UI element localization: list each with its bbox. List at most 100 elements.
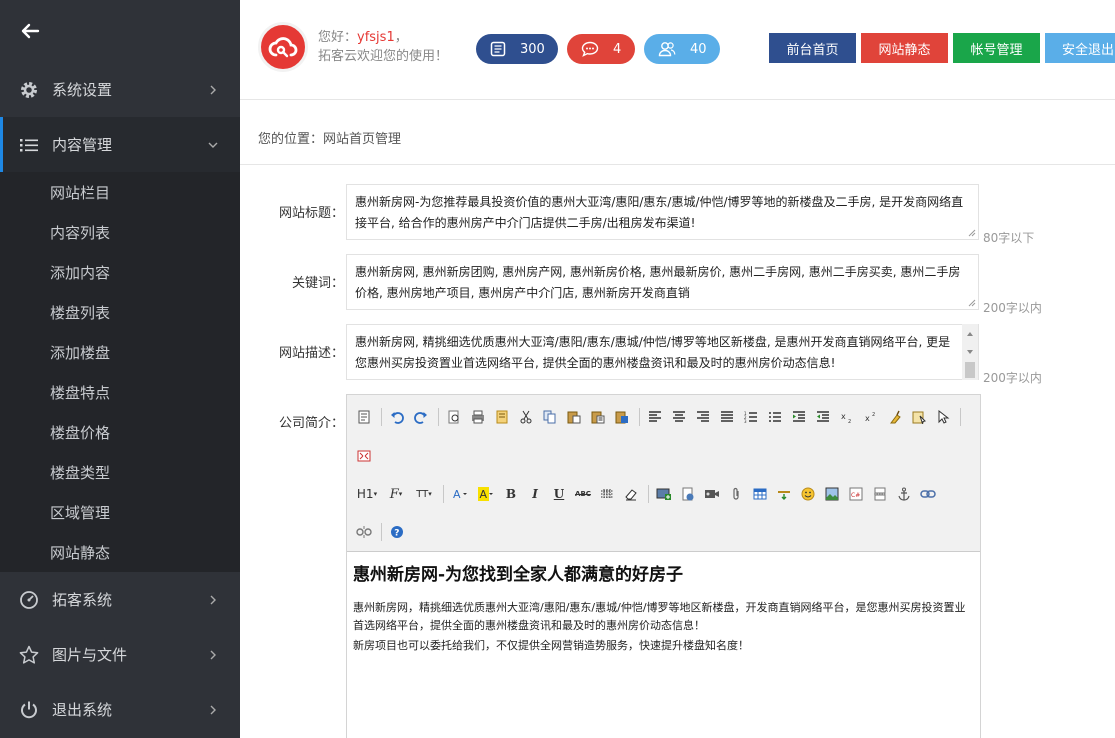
account-management-button[interactable]: 帐号管理	[953, 33, 1040, 63]
background-color-icon[interactable]: A	[474, 483, 498, 505]
scroll-arrows-icon	[965, 332, 975, 378]
underline-label: U	[553, 487, 565, 501]
chevron-right-icon	[210, 705, 216, 714]
ordered-list-icon[interactable]: 123	[740, 406, 762, 428]
print-icon[interactable]	[467, 406, 489, 428]
username[interactable]: yfsjs1	[357, 30, 395, 45]
chevron-right-icon	[210, 650, 216, 659]
safe-logout-button[interactable]: 安全退出	[1045, 33, 1115, 63]
keywords-label: 关键词：	[291, 276, 344, 291]
underline-icon[interactable]: U	[548, 483, 570, 505]
align-right-icon[interactable]	[692, 406, 714, 428]
insert-image-icon[interactable]	[653, 483, 675, 505]
breadcrumb: 您的位置：网站首页管理	[258, 132, 402, 147]
table-grid-icon[interactable]	[596, 483, 618, 505]
stat-value: 4	[613, 41, 622, 57]
select-all-icon[interactable]	[908, 406, 930, 428]
submenu-item[interactable]: 网站栏目	[0, 172, 240, 212]
eraser-icon[interactable]	[620, 483, 642, 505]
stat-messages[interactable]: 4	[567, 34, 635, 64]
strikethrough-icon[interactable]: ABC	[572, 483, 594, 505]
submenu-item[interactable]: 楼盘特点	[0, 372, 240, 412]
cut-icon[interactable]	[515, 406, 537, 428]
code-icon[interactable]: C#	[845, 483, 867, 505]
attachment-icon[interactable]	[725, 483, 747, 505]
sidebar-item-label: 退出系统	[52, 701, 113, 719]
fullscreen-icon[interactable]	[353, 445, 375, 467]
site-description-hint: 200字以内	[983, 371, 1042, 385]
clear-format-icon[interactable]	[884, 406, 906, 428]
submenu-item[interactable]: 区域管理	[0, 492, 240, 532]
submenu-item[interactable]: 楼盘列表	[0, 292, 240, 332]
content-paragraph: 惠州新房网，精挑细选优质惠州大亚湾/惠阳/惠东/惠城/仲恺/博罗等地区新楼盘，开…	[353, 601, 966, 632]
strikethrough-label: ABC	[575, 490, 591, 498]
help-icon[interactable]: ?	[386, 521, 408, 543]
arrow-left-icon	[21, 23, 40, 39]
source-icon[interactable]	[353, 406, 375, 428]
link-icon[interactable]	[917, 483, 939, 505]
top-header: 您好：yfsjs1， 拓客云欢迎您的使用！ 300 4 40 前台首页 网站静态…	[240, 0, 1115, 100]
font-family-dropdown[interactable]: F ▾	[383, 483, 409, 505]
paste-icon[interactable]	[563, 406, 585, 428]
template-icon[interactable]	[491, 406, 513, 428]
submenu-item[interactable]: 网站静态	[0, 532, 240, 572]
editor-content-area[interactable]: 惠州新房网-为您找到全家人都满意的好房子 惠州新房网，精挑细选优质惠州大亚湾/惠…	[347, 552, 980, 738]
site-static-button[interactable]: 网站静态	[861, 33, 948, 63]
anchor-icon[interactable]	[893, 483, 915, 505]
resize-grip-icon[interactable]	[968, 299, 976, 307]
keywords-field[interactable]: 惠州新房网, 惠州新房团购, 惠州房产网, 惠州新房价格, 惠州最新房价, 惠州…	[346, 254, 979, 310]
paste-word-icon[interactable]	[611, 406, 633, 428]
site-title-field[interactable]: 惠州新房网-为您推荐最具投资价值的惠州大亚湾/惠阳/惠东/惠城/仲恺/博罗等地的…	[346, 184, 979, 240]
preview-icon[interactable]	[443, 406, 465, 428]
stat-documents[interactable]: 300	[476, 34, 558, 64]
sidebar-item-content-management[interactable]: 内容管理	[0, 117, 240, 172]
font-color-icon[interactable]: A	[448, 483, 472, 505]
copy-icon[interactable]	[539, 406, 561, 428]
horizontal-rule-icon[interactable]	[773, 483, 795, 505]
submenu-item[interactable]: 楼盘价格	[0, 412, 240, 452]
redo-icon[interactable]	[410, 406, 432, 428]
submenu-item[interactable]: 内容列表	[0, 212, 240, 252]
align-left-icon[interactable]	[644, 406, 666, 428]
superscript-icon[interactable]: x2	[860, 406, 882, 428]
stat-value: 40	[690, 41, 707, 57]
align-center-icon[interactable]	[668, 406, 690, 428]
svg-text:A: A	[480, 488, 488, 501]
page-break-icon[interactable]	[869, 483, 891, 505]
image-manager-icon[interactable]	[821, 483, 843, 505]
submenu-item[interactable]: 添加内容	[0, 252, 240, 292]
back-button[interactable]	[0, 0, 240, 62]
indent-icon[interactable]	[788, 406, 810, 428]
subscript-icon[interactable]: x2	[836, 406, 858, 428]
sidebar-item-images-files[interactable]: 图片与文件	[0, 627, 240, 682]
undo-icon[interactable]	[386, 406, 408, 428]
outdent-icon[interactable]	[812, 406, 834, 428]
media-icon[interactable]	[701, 483, 723, 505]
submenu-item[interactable]: 添加楼盘	[0, 332, 240, 372]
font-size-dropdown[interactable]: TT ▾	[411, 483, 437, 505]
sidebar-item-lead-system[interactable]: 拓客系统	[0, 572, 240, 627]
unordered-list-icon[interactable]	[764, 406, 786, 428]
site-description-field[interactable]: 惠州新房网, 精挑细选优质惠州大亚湾/惠阳/惠东/惠城/仲恺/博罗等地区新楼盘,…	[346, 324, 979, 380]
sidebar-item-system-settings[interactable]: 系统设置	[0, 62, 240, 117]
heading-dropdown[interactable]: H1 ▾	[353, 483, 381, 505]
stat-users[interactable]: 40	[644, 34, 720, 64]
insert-table-icon[interactable]	[749, 483, 771, 505]
resize-grip-icon[interactable]	[968, 229, 976, 237]
content-paragraph: 新房项目也可以委托给我们，不仅提供全网营销造势服务，快速提升楼盘知名度！	[353, 639, 749, 652]
italic-icon[interactable]: I	[524, 483, 546, 505]
cursor-icon[interactable]	[932, 406, 954, 428]
welcome-text: 拓客云欢迎您的使用！	[318, 49, 449, 64]
description-scrollbar[interactable]	[962, 324, 978, 380]
align-justify-icon[interactable]	[716, 406, 738, 428]
frontend-home-button[interactable]: 前台首页	[769, 33, 856, 63]
emoticon-icon[interactable]	[797, 483, 819, 505]
paste-text-icon[interactable]	[587, 406, 609, 428]
unlink-icon[interactable]	[353, 521, 375, 543]
font-size-label: TT	[416, 488, 429, 500]
submenu-item[interactable]: 楼盘类型	[0, 452, 240, 492]
flash-icon[interactable]	[677, 483, 699, 505]
sidebar-item-logout[interactable]: 退出系统	[0, 682, 240, 737]
bold-icon[interactable]: B	[500, 483, 522, 505]
keywords-value: 惠州新房网, 惠州新房团购, 惠州房产网, 惠州新房价格, 惠州最新房价, 惠州…	[355, 265, 961, 300]
